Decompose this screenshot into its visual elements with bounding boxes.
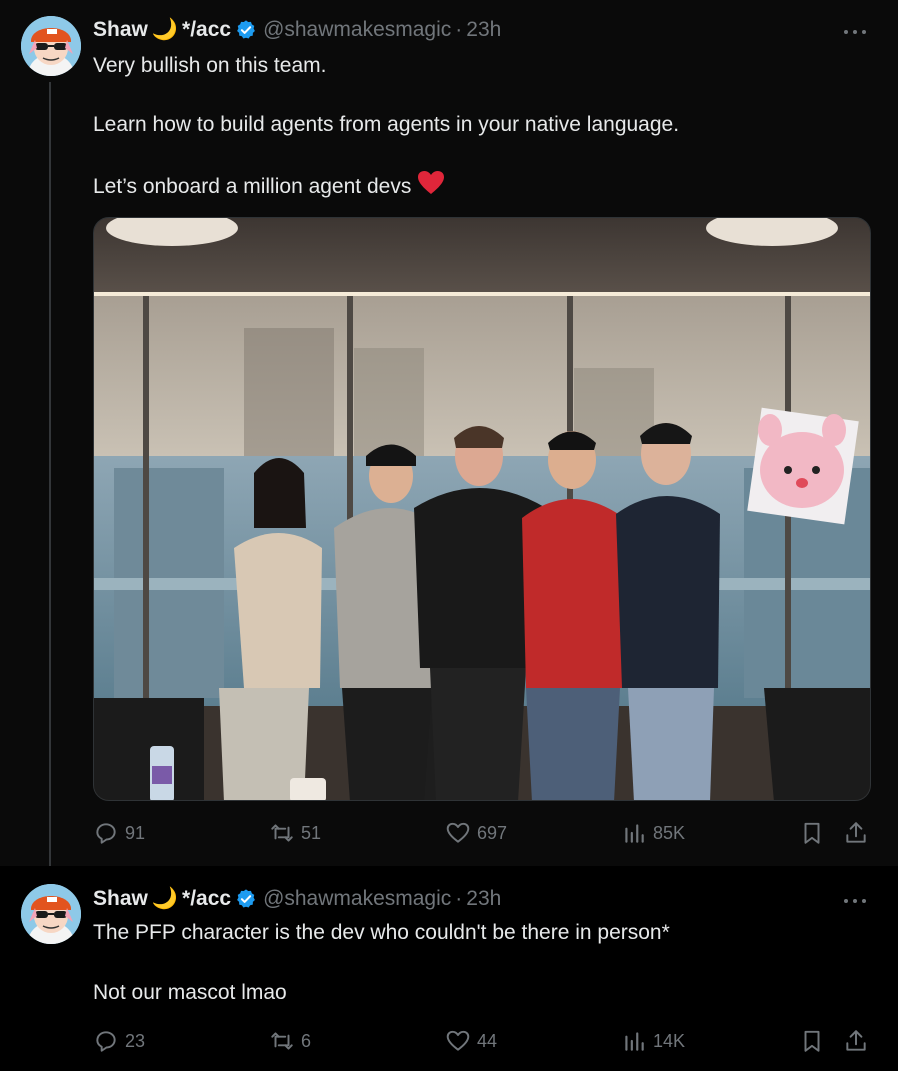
author-name[interactable]: Shaw: [93, 887, 148, 911]
avatar[interactable]: [21, 884, 81, 944]
tweet-photo[interactable]: [93, 217, 871, 801]
tweet-text-content: Let’s onboard a million agent devs: [93, 175, 412, 199]
repost-icon: [271, 1032, 293, 1050]
bookmark-button[interactable]: [799, 1026, 825, 1056]
heart-icon: [446, 1030, 470, 1051]
views-button[interactable]: 14K: [621, 1026, 685, 1056]
tweet-text-line: The PFP character is the dev who couldn'…: [93, 921, 670, 944]
reply-count: 91: [125, 822, 146, 843]
moon-emoji-icon: 🌙: [151, 18, 179, 41]
share-icon: [846, 1030, 866, 1051]
author-name-suffix[interactable]: */acc: [182, 18, 231, 42]
red-heart-emoji-icon: [417, 170, 445, 205]
bookmark-button[interactable]: [799, 818, 825, 848]
repost-button[interactable]: 6: [269, 1026, 311, 1056]
more-options-icon[interactable]: [844, 896, 868, 906]
team-group-photo: [94, 218, 870, 800]
repost-button[interactable]: 51: [269, 818, 321, 848]
tweet-text-line: Let’s onboard a million agent devs: [93, 170, 445, 205]
reply-icon: [96, 823, 116, 844]
views-button[interactable]: 85K: [621, 818, 685, 848]
verified-badge-icon: [237, 889, 255, 908]
share-button[interactable]: [843, 1026, 869, 1056]
view-count: 85K: [653, 822, 686, 843]
share-button[interactable]: [843, 818, 869, 848]
analytics-icon: [625, 824, 644, 843]
bookmark-icon: [804, 822, 820, 844]
tweet-actions-bar: 23 6 44 14K: [93, 1026, 873, 1056]
like-button[interactable]: 697: [445, 818, 507, 848]
repost-icon: [271, 824, 293, 842]
bookmark-icon: [804, 1030, 820, 1052]
author-name-suffix[interactable]: */acc: [182, 887, 231, 911]
verified-badge-icon: [237, 20, 255, 39]
thread-connector-line: [49, 82, 51, 876]
tweet[interactable]: Shaw 🌙 */acc @shawmakesmagic · 23h The P…: [0, 866, 898, 1071]
reply-button[interactable]: 91: [93, 818, 145, 848]
analytics-icon: [625, 1032, 644, 1051]
separator-dot: ·: [455, 887, 463, 910]
heart-icon: [446, 822, 470, 843]
tweet-text-line: Learn how to build agents from agents in…: [93, 113, 680, 136]
timestamp[interactable]: 23h: [466, 887, 501, 911]
reply-button[interactable]: 23: [93, 1026, 145, 1056]
separator-dot: ·: [455, 18, 463, 41]
author-name[interactable]: Shaw: [93, 18, 148, 42]
avatar[interactable]: [21, 16, 81, 76]
tweet-header: Shaw 🌙 */acc @shawmakesmagic · 23h: [93, 884, 501, 914]
view-count: 14K: [653, 1030, 686, 1051]
author-handle[interactable]: @shawmakesmagic: [263, 18, 451, 42]
repost-count: 6: [301, 1030, 312, 1051]
like-count: 697: [477, 822, 508, 843]
reply-icon: [96, 1031, 116, 1052]
tweet-text-line: Very bullish on this team.: [93, 54, 327, 77]
like-count: 44: [477, 1030, 498, 1051]
author-handle[interactable]: @shawmakesmagic: [263, 887, 451, 911]
more-options-icon[interactable]: [844, 27, 868, 37]
like-button[interactable]: 44: [445, 1026, 497, 1056]
reply-count: 23: [125, 1030, 146, 1051]
timestamp[interactable]: 23h: [466, 18, 501, 42]
avatar-anime-icon: [21, 16, 81, 76]
moon-emoji-icon: 🌙: [151, 887, 179, 910]
repost-count: 51: [301, 822, 322, 843]
tweet-header: Shaw 🌙 */acc @shawmakesmagic · 23h: [93, 15, 501, 45]
share-icon: [846, 822, 866, 843]
tweet[interactable]: Shaw 🌙 */acc @shawmakesmagic · 23h Very …: [0, 0, 898, 876]
avatar-anime-icon: [21, 884, 81, 944]
tweet-text-line: Not our mascot lmao: [93, 981, 287, 1004]
tweet-actions-bar: 91 51 697 85K: [93, 818, 873, 848]
